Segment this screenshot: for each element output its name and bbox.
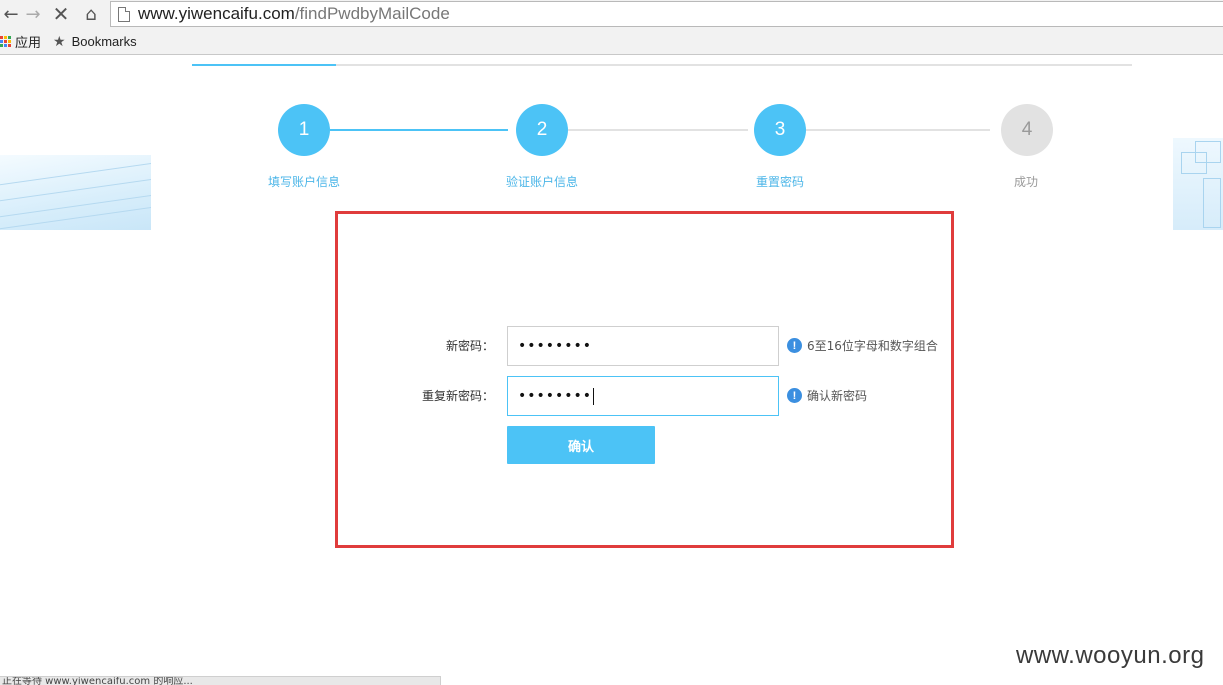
step-connector-1 xyxy=(330,129,508,131)
new-password-hint: ! 6至16位字母和数字组合 xyxy=(787,337,938,354)
new-password-input[interactable]: •••••••• xyxy=(507,326,779,366)
apps-dot xyxy=(4,44,7,47)
page-icon xyxy=(118,6,130,22)
text-caret xyxy=(593,387,595,405)
apps-shortcut[interactable]: 应用 xyxy=(15,32,41,51)
step-1-circle: 1 xyxy=(278,104,330,156)
step-4-circle: 4 xyxy=(1001,104,1053,156)
url-domain: www.yiwencaifu.com xyxy=(138,4,295,23)
back-icon[interactable]: ← xyxy=(0,3,22,25)
new-password-hint-text: 6至16位字母和数字组合 xyxy=(807,339,938,353)
info-icon: ! xyxy=(787,388,802,403)
apps-dot xyxy=(8,44,11,47)
step-4-label: 成功 xyxy=(1013,175,1038,189)
apps-dot xyxy=(8,36,11,39)
stop-loading-icon[interactable]: ✕ xyxy=(50,2,72,26)
apps-dot xyxy=(4,40,7,43)
url-path: /findPwdbyMailCode xyxy=(294,4,450,23)
home-icon[interactable]: ⌂ xyxy=(80,3,102,25)
address-bar[interactable]: www.yiwencaifu.com/findPwdbyMailCode xyxy=(110,1,1223,27)
decorative-banner-left xyxy=(0,155,151,230)
url-text: www.yiwencaifu.com/findPwdbyMailCode xyxy=(138,4,450,24)
apps-icon[interactable] xyxy=(0,36,11,47)
watermark: www.wooyun.org xyxy=(1016,642,1205,669)
info-icon: ! xyxy=(787,338,802,353)
browser-toolbar: ← → ✕ ⌂ www.yiwencaifu.com/findPwdbyMail… xyxy=(0,0,1223,28)
apps-dot xyxy=(0,40,3,43)
header-divider-active xyxy=(192,64,336,66)
apps-dot xyxy=(0,44,3,47)
repeat-password-hint: ! 确认新密码 xyxy=(787,387,867,404)
step-2-circle: 2 xyxy=(516,104,568,156)
step-connector-3 xyxy=(806,129,990,131)
apps-dot xyxy=(4,36,7,39)
bookmarks-bar: 应用 ★ Bookmarks xyxy=(0,28,1223,55)
forward-icon[interactable]: → xyxy=(22,3,44,25)
step-connector-2 xyxy=(568,129,748,131)
status-bar: 正在等待 www.yiwencaifu.com 的响应... xyxy=(0,676,441,685)
new-password-label: 新密码： xyxy=(445,339,494,353)
repeat-password-label: 重复新密码： xyxy=(421,389,494,403)
step-3-circle: 3 xyxy=(754,104,806,156)
confirm-button[interactable]: 确认 xyxy=(507,426,655,464)
repeat-password-value: •••••••• xyxy=(518,388,593,404)
step-2-label: 验证账户信息 xyxy=(505,175,578,189)
repeat-password-hint-text: 确认新密码 xyxy=(807,389,868,403)
step-3-label: 重置密码 xyxy=(755,175,804,189)
decorative-banner-right xyxy=(1173,138,1223,230)
star-icon: ★ xyxy=(53,32,66,49)
step-1-label: 填写账户信息 xyxy=(267,175,340,189)
apps-dot xyxy=(0,36,3,39)
apps-dot xyxy=(8,40,11,43)
bookmarks-folder[interactable]: Bookmarks xyxy=(72,34,137,49)
repeat-password-input[interactable]: •••••••• xyxy=(507,376,779,416)
new-password-value: •••••••• xyxy=(518,338,593,354)
